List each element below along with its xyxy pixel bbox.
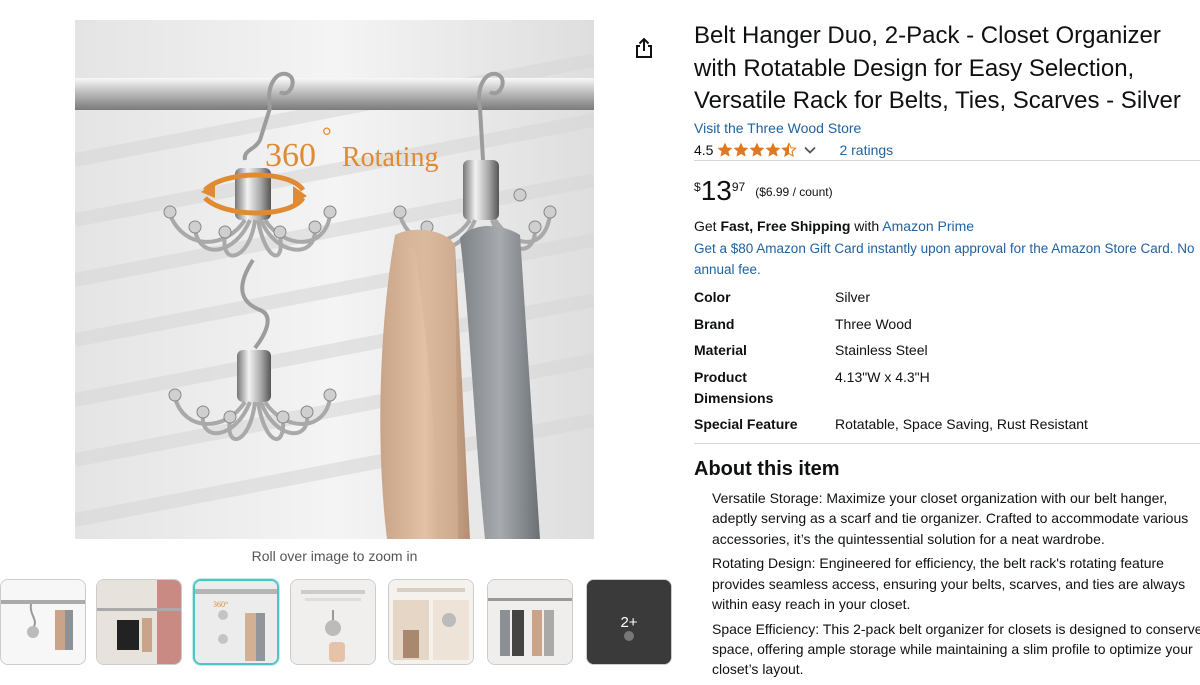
thumbnail-1[interactable]	[0, 579, 86, 665]
rating-count-link[interactable]: 2 ratings	[839, 142, 893, 158]
about-bullets: Versatile Storage: Maximize your closet …	[694, 488, 1200, 684]
bullet-line: space, offering ample storage while main…	[712, 641, 1193, 658]
bullet-line: Versatile Storage: Maximize your closet …	[712, 490, 1168, 506]
product-title-line-1: Belt Hanger Duo, 2-Pack - Closet Organiz…	[694, 22, 1161, 49]
bullet-line: Space Efficiency: This 2-pack belt organ…	[712, 620, 1200, 637]
bullet-line: Rotating Design: Engineered for efficien…	[712, 555, 1164, 572]
spec-label: Special Feature	[694, 416, 798, 432]
product-title: Belt Hanger Duo, 2-Pack - Closet Organiz…	[694, 20, 1200, 118]
spec-label: Brand	[694, 316, 735, 332]
spec-label-line-2: Dimensions	[694, 389, 774, 406]
spec-value: Three Wood	[835, 316, 912, 332]
thumbnail-2[interactable]	[96, 579, 182, 665]
star-icon	[766, 142, 781, 157]
star-icon	[750, 142, 765, 157]
spec-value: Stainless Steel	[835, 342, 928, 358]
spec-label: Product Dimensions	[694, 367, 814, 408]
rotating-overlay-text: Rotating	[342, 142, 438, 173]
rotating-overlay-degree: °	[322, 124, 332, 150]
unit-price: ($6.99 / count)	[755, 185, 833, 199]
spec-label: Color	[694, 289, 731, 305]
divider	[694, 160, 1200, 161]
amazon-prime-link[interactable]: Amazon Prime	[882, 218, 974, 234]
gift-card-offer-link[interactable]: Get a $80 Amazon Gift Card instantly upo…	[694, 238, 1194, 280]
spec-value: Silver	[835, 289, 871, 305]
thumbnail-4[interactable]	[290, 579, 376, 665]
star-icon	[734, 142, 749, 157]
gift-card-line-1: Get a $80 Amazon Gift Card instantly upo…	[694, 241, 1194, 256]
product-photo: 360 ° Rotating	[75, 20, 594, 539]
product-title-line-2: with Rotatable Design for Easy Selection…	[694, 54, 1135, 82]
shipping-bold: Fast, Free Shipping	[720, 218, 851, 234]
thumbnail-6[interactable]	[487, 579, 573, 665]
bullet-line: adeptly serving as a scarf and tie organ…	[712, 510, 1189, 527]
divider	[694, 443, 1200, 444]
star-icon	[718, 142, 733, 157]
svg-text:360°: 360°	[213, 600, 228, 609]
share-icon[interactable]	[632, 36, 656, 60]
gift-card-line-2: annual fee.	[694, 262, 761, 277]
bullet-line: accessories, it’s the quintessential sol…	[712, 530, 1105, 547]
price-symbol: $	[694, 180, 701, 194]
bullet-line: within easy reach in your closet.	[712, 595, 911, 612]
rating-value: 4.5	[694, 142, 714, 158]
rotating-overlay-number: 360	[265, 137, 316, 174]
star-half-icon	[781, 142, 798, 158]
shipping-info: Get Fast, Free Shipping with Amazon Prim…	[694, 218, 974, 234]
price-fraction: 97	[731, 180, 746, 194]
list-item: Versatile Storage: Maximize your closet …	[712, 488, 1200, 549]
spec-value: Rotatable, Space Saving, Rust Resistant	[835, 416, 1088, 432]
rating-row: 4.5 2 ratings	[694, 141, 893, 159]
shipping-prefix: Get	[694, 218, 721, 234]
shipping-mid: with	[850, 218, 883, 234]
about-section-title: About this item	[694, 458, 840, 480]
product-title-line-3: Versatile Rack for Belts, Ties, Scarves …	[694, 87, 1181, 114]
bullet-line: provides seamless access, ensuring your …	[712, 575, 1186, 592]
price-whole: 13	[700, 175, 732, 206]
chevron-down-icon[interactable]	[803, 143, 817, 157]
thumbnail-more-label: 2+	[620, 613, 638, 631]
spec-label-line-1: Product	[694, 369, 747, 385]
thumbnail-3-selected[interactable]: 360°	[193, 579, 279, 665]
thumbnail-more[interactable]: 2+	[586, 579, 672, 665]
spec-label: Material	[694, 342, 747, 358]
list-item: Rotating Design: Engineered for efficien…	[712, 553, 1200, 614]
bullet-line: closet’s layout.	[712, 661, 804, 678]
store-link[interactable]: Visit the Three Wood Store	[694, 120, 861, 136]
star-rating[interactable]	[717, 142, 798, 158]
list-item: Space Efficiency: This 2-pack belt organ…	[712, 619, 1200, 680]
zoom-hint: Roll over image to zoom in	[251, 548, 418, 564]
main-product-image[interactable]: 360 ° Rotating	[75, 20, 594, 539]
spec-value: 4.13"W x 4.3"H	[835, 369, 930, 385]
thumbnail-5[interactable]	[388, 579, 474, 665]
price-block: $ 13 97 ($6.99 / count)	[694, 177, 833, 205]
